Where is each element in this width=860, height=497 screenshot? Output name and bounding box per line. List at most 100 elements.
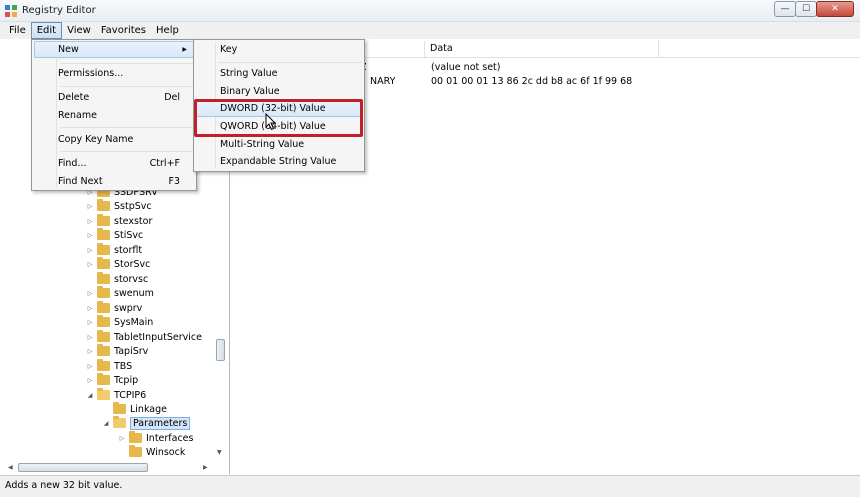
folder-icon <box>97 199 110 211</box>
edit-menu-find-next[interactable]: Find Next F3 <box>34 173 194 190</box>
folder-icon <box>97 214 110 226</box>
tree-item[interactable]: ◢ TCPIP6 <box>86 388 146 402</box>
tree-item-selected[interactable]: ◢ Parameters <box>102 416 191 430</box>
tree-item[interactable]: ▷ swenum <box>86 286 154 300</box>
maximize-icon: ☐ <box>801 4 811 14</box>
scroll-left-icon[interactable]: ◀ <box>8 464 13 471</box>
folder-icon <box>97 330 110 342</box>
value-type-cell: NARY <box>370 76 396 87</box>
edit-menu-delete[interactable]: Delete Del <box>34 89 194 106</box>
tree-item[interactable]: ▷ TBS <box>86 359 132 373</box>
menu-file[interactable]: File <box>4 22 31 39</box>
tree-item[interactable]: ▷ Interfaces <box>118 431 193 445</box>
edit-menu-permissions[interactable]: Permissions... <box>34 65 194 82</box>
folder-icon <box>97 344 110 356</box>
edit-menu-find[interactable]: Find... Ctrl+F <box>34 155 194 172</box>
column-header-data[interactable]: Data <box>425 41 659 58</box>
registry-editor-icon <box>5 5 17 17</box>
menu-separator <box>60 127 194 128</box>
close-button[interactable]: ✕ <box>816 1 854 17</box>
scroll-right-icon[interactable]: ▶ <box>203 464 208 471</box>
new-key[interactable]: Key <box>196 41 362 58</box>
tree-item[interactable]: ▷ TapiSrv <box>86 344 148 358</box>
menu-favorites[interactable]: Favorites <box>96 22 151 39</box>
expand-arrow-icon[interactable]: ▷ <box>86 232 94 239</box>
expand-arrow-icon[interactable]: ▷ <box>86 319 94 326</box>
edit-menu: New ▶ Permissions... Delete Del Rename Cop… <box>31 39 197 191</box>
annotation-highlight-box <box>194 99 363 137</box>
new-binary-value[interactable]: Binary Value <box>196 83 362 100</box>
status-bar: Adds a new 32 bit value. <box>0 475 860 497</box>
window-title: Registry Editor <box>22 5 96 16</box>
edit-menu-rename[interactable]: Rename <box>34 107 194 124</box>
folder-icon <box>97 359 110 371</box>
expand-arrow-icon[interactable]: ▷ <box>86 334 94 341</box>
tree-item[interactable]: ▷ StiSvc <box>86 228 143 242</box>
menu-view[interactable]: View <box>62 22 96 39</box>
expand-arrow-icon[interactable]: ▷ <box>86 377 94 384</box>
expand-arrow-icon[interactable]: ▷ <box>86 261 94 268</box>
menu-bar: File Edit View Favorites Help <box>0 22 860 39</box>
folder-icon <box>97 243 110 255</box>
tree-item[interactable]: ▷ SysMain <box>86 315 153 329</box>
minimize-icon: — <box>780 4 790 14</box>
tree-item[interactable]: ▷ StorSvc <box>86 257 150 271</box>
tree-item[interactable]: storvsc <box>86 272 148 286</box>
expand-arrow-icon[interactable]: ▷ <box>86 348 94 355</box>
folder-icon <box>97 373 110 385</box>
expand-arrow-icon[interactable]: ▷ <box>86 203 94 210</box>
tree-item[interactable]: ▷ swprv <box>86 301 142 315</box>
menu-separator <box>218 62 362 63</box>
menu-separator <box>60 86 194 87</box>
tree-item[interactable]: Linkage <box>102 402 167 416</box>
tree-item[interactable]: ▷ storflt <box>86 243 142 257</box>
tree-horizontal-scrollbar[interactable]: ◀ ▶ <box>0 461 218 474</box>
edit-menu-copy-key-name[interactable]: Copy Key Name <box>34 131 194 148</box>
collapse-arrow-icon[interactable]: ◢ <box>86 392 94 399</box>
title-bar: Registry Editor — ☐ ✕ <box>0 0 860 22</box>
value-data-cell: 00 01 00 01 13 86 2c dd b8 ac 6f 1f 99 6… <box>431 76 633 87</box>
tree-item[interactable]: ▷ stexstor <box>86 214 152 228</box>
menu-separator <box>60 151 194 152</box>
tree-item[interactable]: Winsock <box>118 445 185 459</box>
tree-item[interactable]: ▷ Tcpip <box>86 373 138 387</box>
folder-icon <box>97 257 110 269</box>
expand-arrow-icon[interactable]: ▷ <box>118 435 126 442</box>
folder-icon <box>97 228 110 240</box>
scroll-thumb[interactable] <box>216 339 225 361</box>
folder-icon <box>129 431 142 443</box>
folder-icon <box>97 301 110 313</box>
folder-icon <box>97 315 110 327</box>
folder-icon <box>113 402 126 414</box>
submenu-arrow-icon: ▶ <box>182 46 187 53</box>
minimize-button[interactable]: — <box>774 1 796 17</box>
menu-help[interactable]: Help <box>151 22 184 39</box>
column-header-filler <box>659 41 860 58</box>
expand-arrow-icon[interactable]: ▷ <box>86 363 94 370</box>
folder-icon <box>97 272 110 284</box>
new-string-value[interactable]: String Value <box>196 65 362 82</box>
collapse-arrow-icon[interactable]: ◢ <box>102 420 110 427</box>
folder-icon <box>129 445 142 457</box>
tree-item[interactable]: ▷ TabletInputService <box>86 330 202 344</box>
close-icon: ✕ <box>831 4 839 14</box>
mouse-cursor-icon <box>265 113 277 131</box>
maximize-button[interactable]: ☐ <box>795 1 817 17</box>
expand-arrow-icon[interactable]: ▷ <box>86 218 94 225</box>
tree-item[interactable]: ▷ SstpSvc <box>86 199 152 213</box>
value-data-cell: (value not set) <box>431 62 501 73</box>
scroll-thumb[interactable] <box>18 463 148 472</box>
folder-open-icon <box>97 388 110 400</box>
expand-arrow-icon[interactable]: ▷ <box>86 290 94 297</box>
new-multi-string-value[interactable]: Multi-String Value <box>196 136 362 153</box>
folder-open-icon <box>113 416 126 428</box>
scroll-down-icon[interactable]: ▼ <box>217 449 222 456</box>
new-expandable-string-value[interactable]: Expandable String Value <box>196 153 362 170</box>
menu-edit[interactable]: Edit <box>30 22 63 39</box>
status-text: Adds a new 32 bit value. <box>5 480 123 491</box>
expand-arrow-icon[interactable]: ▷ <box>86 247 94 254</box>
menu-separator <box>60 63 194 64</box>
edit-menu-new[interactable]: New ▶ <box>34 41 194 58</box>
folder-icon <box>97 286 110 298</box>
expand-arrow-icon[interactable]: ▷ <box>86 305 94 312</box>
